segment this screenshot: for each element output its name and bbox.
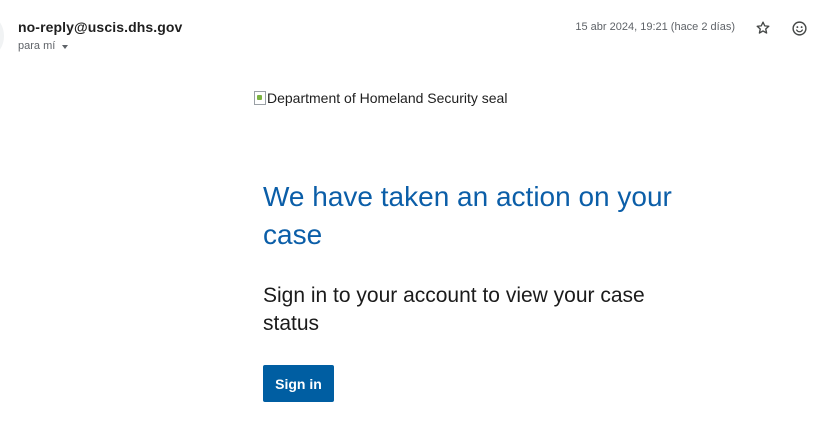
- recipient-label: para mí: [18, 40, 56, 52]
- email-view: no-reply@uscis.dhs.gov para mí 15 abr 20…: [0, 0, 821, 441]
- sign-in-button[interactable]: Sign in: [263, 365, 334, 402]
- sender-address[interactable]: no-reply@uscis.dhs.gov: [18, 19, 182, 35]
- recipient-details-toggle[interactable]: para mí: [18, 40, 69, 52]
- emoji-reaction-button[interactable]: [788, 17, 810, 39]
- broken-image-icon: [254, 91, 266, 105]
- star-button[interactable]: [752, 17, 774, 39]
- star-icon: [756, 21, 770, 34]
- emoji-reaction-icon: [791, 20, 807, 36]
- seal-alt-text: Department of Homeland Security seal: [267, 90, 508, 106]
- email-date: 15 abr 2024, 19:21 (hace 2 días): [575, 21, 735, 33]
- sender-avatar[interactable]: [0, 18, 4, 54]
- email-headline: We have taken an action on your case: [263, 181, 672, 250]
- email-subheadline: Sign in to your account to view your cas…: [263, 284, 645, 335]
- chevron-down-icon: [62, 44, 69, 49]
- dhs-seal-image: Department of Homeland Security seal: [254, 90, 507, 106]
